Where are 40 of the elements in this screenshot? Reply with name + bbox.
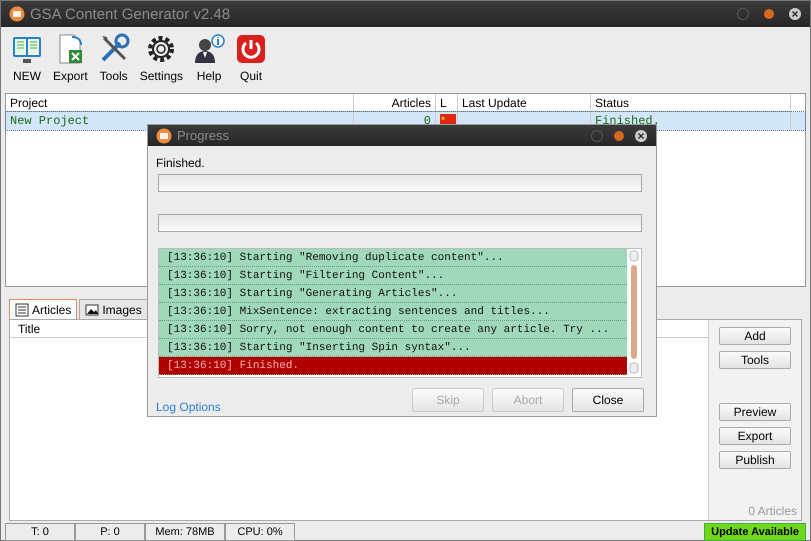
status-field: P: 0	[75, 523, 145, 541]
toolbar-button[interactable]: Settings	[136, 31, 188, 91]
toolbar-button[interactable]: Export	[49, 31, 92, 91]
status-field: T: 0	[5, 523, 75, 541]
image-icon	[85, 302, 100, 316]
article-count-label: 0 Articles	[748, 504, 797, 518]
column-header[interactable]: Articles	[354, 94, 436, 112]
side-button[interactable]: Preview	[719, 403, 791, 421]
column-header[interactable]: Project	[6, 94, 354, 112]
app-logo-icon	[156, 128, 172, 144]
flag-icon	[440, 114, 456, 125]
tab[interactable]: Images	[79, 299, 148, 319]
toolbar-button[interactable]: Quit	[231, 31, 272, 91]
power-icon	[235, 33, 268, 65]
status-text: Finished.	[156, 156, 206, 170]
side-button[interactable]: Add	[719, 327, 791, 345]
toolbar-button[interactable]: NEW	[7, 31, 47, 91]
maximize-button[interactable]	[612, 128, 626, 142]
side-button[interactable]: Export	[719, 427, 791, 445]
column-header[interactable]: Status	[591, 94, 791, 112]
app-logo-icon	[9, 6, 25, 22]
toolbar-button[interactable]: Help	[189, 31, 230, 91]
maximize-button[interactable]	[762, 7, 776, 21]
window-title: Progress	[177, 128, 230, 143]
dialog-button[interactable]: Close	[572, 388, 644, 412]
side-button[interactable]: Tools	[719, 351, 791, 369]
status-field: Mem: 78MB	[145, 523, 225, 541]
toolbar-button[interactable]: Tools	[94, 31, 134, 91]
window-title: GSA Content Generator v2.48	[30, 6, 232, 22]
log-options-link[interactable]: Log Options	[156, 400, 404, 414]
update-available-label[interactable]: Update Available	[704, 523, 806, 541]
column-header[interactable]: L	[436, 94, 458, 112]
person-info-icon	[193, 33, 226, 65]
close-button[interactable]	[788, 7, 802, 21]
close-button[interactable]	[634, 128, 648, 142]
tab[interactable]: Articles	[9, 299, 78, 319]
document-icon	[15, 302, 29, 316]
status-field: CPU: 0%	[225, 523, 295, 541]
column-header[interactable]: Last Update	[458, 94, 591, 112]
side-button[interactable]: Publish	[719, 451, 791, 469]
